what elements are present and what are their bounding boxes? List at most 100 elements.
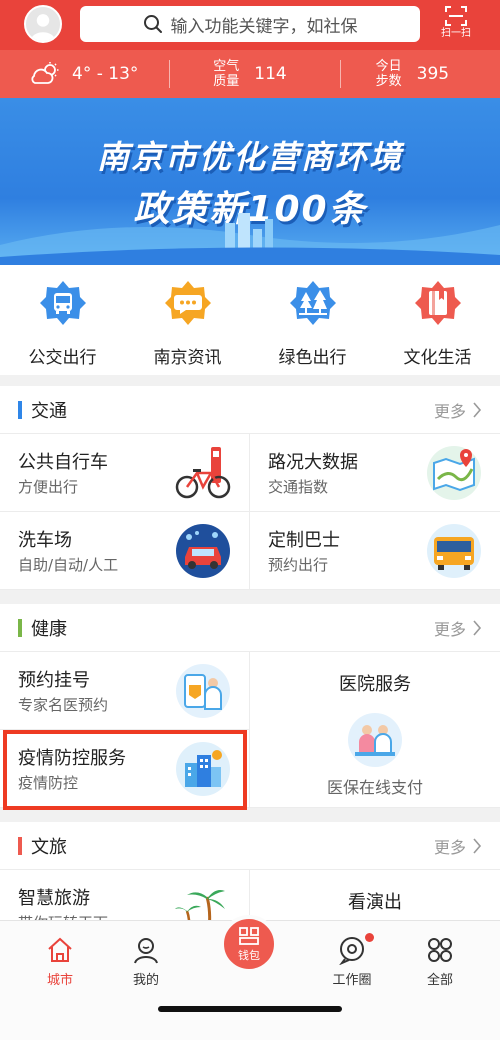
promo-banner[interactable]: 南京市优化营商环境 政策新100条 bbox=[0, 98, 500, 265]
chevron-right-icon bbox=[473, 837, 482, 854]
scan-label: 扫一扫 bbox=[441, 28, 471, 39]
section-title-text: 文旅 bbox=[31, 836, 67, 858]
section-header: 交通 更多 bbox=[0, 386, 500, 434]
info-bar: 4° - 13° 空气质量 114 今日步数 395 bbox=[0, 50, 500, 98]
grid-icon bbox=[428, 938, 452, 962]
home-indicator bbox=[158, 1006, 342, 1012]
bus-icon bbox=[39, 281, 86, 325]
quicknav-label: 绿色出行 bbox=[278, 348, 347, 368]
card-subtitle: 预约出行 bbox=[268, 556, 329, 574]
trees-icon bbox=[289, 281, 336, 325]
weather-widget[interactable]: 4° - 13° bbox=[0, 50, 169, 98]
search-input[interactable]: 输入功能关键字，如社保 bbox=[80, 6, 420, 42]
tab-label: 我的 bbox=[132, 973, 159, 988]
card-title: 洗车场 bbox=[18, 530, 72, 551]
card-subtitle: 医保在线支付 bbox=[326, 778, 423, 797]
quicknav-label: 南京资讯 bbox=[153, 348, 222, 368]
tab-city[interactable]: 城市 bbox=[20, 935, 100, 988]
tab-work-circle[interactable]: 工作圈 bbox=[312, 933, 392, 988]
bicycle-icon bbox=[175, 447, 231, 499]
wallet-icon bbox=[239, 926, 259, 945]
card-traffic-data[interactable]: 路况大数据 交通指数 bbox=[250, 434, 500, 512]
card-title: 智慧旅游 bbox=[18, 888, 90, 909]
user-icon bbox=[134, 938, 158, 964]
map-icon bbox=[427, 446, 481, 500]
card-title: 定制巴士 bbox=[268, 530, 340, 551]
air-quality-label: 空气质量 bbox=[213, 59, 240, 89]
section-header: 健康 更多 bbox=[0, 604, 500, 652]
quicknav-green[interactable]: 绿色出行 bbox=[250, 265, 375, 375]
steps-label: 今日步数 bbox=[375, 59, 402, 89]
more-label: 更多 bbox=[433, 837, 466, 857]
section-health: 健康 更多 预约挂号 专家名医预约 疫情防控服务 疫情防控 医院服务 医保在线支… bbox=[0, 604, 500, 808]
quicknav-bus[interactable]: 公交出行 bbox=[0, 265, 125, 375]
section-accent-bar bbox=[18, 836, 22, 855]
bus-icon bbox=[427, 524, 481, 578]
chevron-right-icon bbox=[473, 401, 482, 418]
quicknav-label: 文化生活 bbox=[403, 348, 472, 368]
air-quality-value: 114 bbox=[254, 64, 287, 84]
section-title-text: 健康 bbox=[31, 618, 67, 640]
more-link[interactable]: 更多 bbox=[434, 834, 482, 858]
card-car-wash[interactable]: 洗车场 自助/自动/人工 bbox=[0, 512, 250, 590]
section-accent-bar bbox=[18, 400, 22, 419]
search-placeholder: 输入功能关键字，如社保 bbox=[170, 16, 358, 37]
search-icon bbox=[143, 15, 162, 33]
quicknav-news[interactable]: 南京资讯 bbox=[125, 265, 250, 375]
more-label: 更多 bbox=[433, 401, 466, 421]
section-title: 健康 bbox=[0, 615, 67, 641]
car-wash-icon bbox=[176, 524, 230, 578]
card-custom-bus[interactable]: 定制巴士 预约出行 bbox=[250, 512, 500, 590]
card-title: 医院服务 bbox=[339, 674, 411, 695]
scan-button[interactable]: 扫一扫 bbox=[436, 4, 476, 46]
card-title: 公共自行车 bbox=[18, 452, 108, 473]
card-title: 看演出 bbox=[348, 892, 402, 913]
section-title: 文旅 bbox=[0, 833, 67, 859]
tab-label: 全部 bbox=[426, 973, 453, 988]
card-subtitle: 疫情防控 bbox=[18, 774, 79, 792]
doctor-icon bbox=[176, 664, 230, 718]
card-title: 路况大数据 bbox=[268, 452, 358, 473]
quick-nav: 公交出行 南京资讯 绿色出行 文化生活 bbox=[0, 265, 500, 375]
steps-widget[interactable]: 今日步数 395 bbox=[341, 50, 500, 98]
notification-dot bbox=[365, 933, 374, 942]
card-subtitle: 交通指数 bbox=[268, 478, 329, 496]
air-quality-widget[interactable]: 空气质量 114 bbox=[170, 50, 339, 98]
card-appointment[interactable]: 预约挂号 专家名医预约 bbox=[0, 652, 250, 730]
avatar[interactable] bbox=[24, 5, 62, 43]
section-title-text: 交通 bbox=[31, 400, 67, 422]
chat-icon bbox=[164, 281, 211, 325]
city-icon bbox=[176, 742, 230, 796]
book-icon bbox=[414, 281, 461, 325]
card-public-bike[interactable]: 公共自行车 方便出行 bbox=[0, 434, 250, 512]
card-subtitle: 专家名医预约 bbox=[18, 696, 109, 714]
weather-temp: 4° - 13° bbox=[72, 64, 139, 84]
hospital-icon bbox=[348, 713, 402, 767]
weather-cloud-sun-icon bbox=[31, 62, 59, 84]
card-hospital-service[interactable]: 医院服务 医保在线支付 bbox=[250, 652, 500, 808]
section-header: 文旅 更多 bbox=[0, 822, 500, 870]
card-title: 预约挂号 bbox=[18, 670, 90, 691]
tab-mine[interactable]: 我的 bbox=[106, 935, 186, 988]
scan-icon bbox=[445, 6, 467, 26]
tab-label: 钱包 bbox=[238, 948, 260, 962]
quicknav-culture[interactable]: 文化生活 bbox=[375, 265, 500, 375]
top-header: 输入功能关键字，如社保 扫一扫 bbox=[0, 0, 500, 50]
card-epidemic-service[interactable]: 疫情防控服务 疫情防控 bbox=[0, 730, 250, 808]
more-label: 更多 bbox=[433, 619, 466, 639]
chat-circle-icon bbox=[339, 937, 364, 965]
more-link[interactable]: 更多 bbox=[434, 616, 482, 640]
steps-value: 395 bbox=[416, 64, 450, 84]
tab-wallet[interactable]: 钱包 bbox=[220, 915, 278, 973]
banner-headline: 南京市优化营商环境 bbox=[96, 138, 403, 176]
tab-label: 工作圈 bbox=[332, 973, 372, 988]
chevron-right-icon bbox=[473, 619, 482, 636]
section-traffic: 交通 更多 公共自行车 方便出行 路况大数据 交通指数 洗车场 自助/自动/人工… bbox=[0, 386, 500, 590]
card-subtitle: 自助/自动/人工 bbox=[18, 556, 119, 574]
tab-all[interactable]: 全部 bbox=[400, 935, 480, 988]
more-link[interactable]: 更多 bbox=[434, 398, 482, 422]
bottom-tabbar: 城市 我的 钱包 工作圈 全部 bbox=[0, 915, 500, 1040]
quicknav-label: 公交出行 bbox=[28, 348, 97, 368]
home-icon bbox=[48, 937, 72, 962]
tab-label: 城市 bbox=[46, 973, 73, 988]
